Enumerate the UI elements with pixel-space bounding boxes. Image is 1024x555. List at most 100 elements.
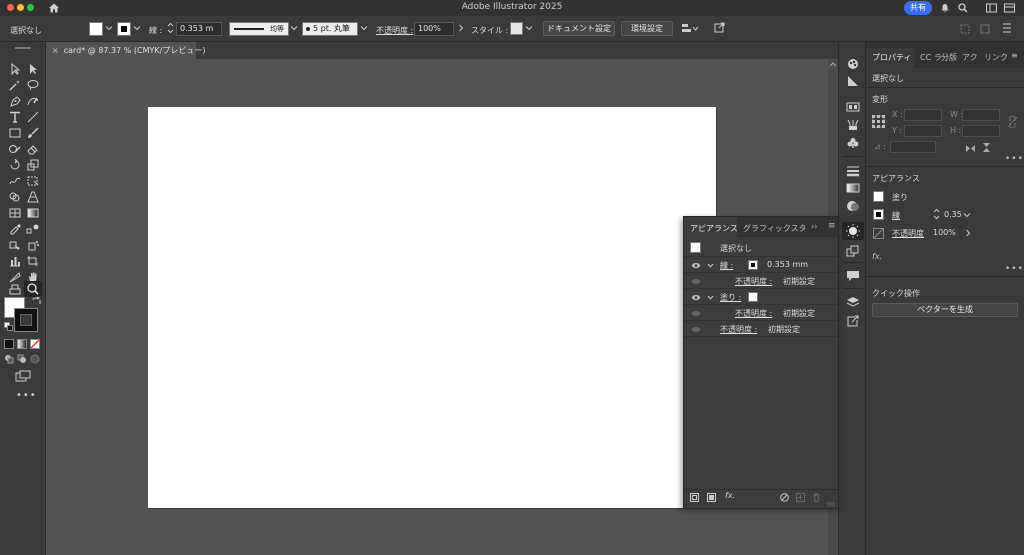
fill-label[interactable]: 塗り : — [720, 292, 741, 303]
free-transform-tool-icon[interactable] — [26, 175, 40, 187]
direct-selection-tool-icon[interactable] — [26, 63, 40, 75]
mesh-tool-icon[interactable] — [8, 207, 22, 219]
transparency-panel-icon[interactable] — [846, 200, 860, 212]
stepper-icon[interactable] — [933, 208, 940, 220]
live-paint-tool-icon[interactable] — [8, 239, 22, 251]
visibility-eye-icon[interactable] — [691, 278, 701, 285]
toolbar-grip[interactable] — [15, 47, 31, 49]
stroke-swatch[interactable] — [873, 209, 884, 220]
flip-horizontal-icon[interactable] — [965, 144, 976, 153]
fill-swatch[interactable] — [748, 292, 758, 302]
stroke-weight-value[interactable]: 0.35 — [944, 210, 962, 219]
blend-tool-icon[interactable] — [26, 223, 40, 235]
chevron-right-icon[interactable] — [964, 229, 972, 237]
eraser-tool-icon[interactable] — [26, 143, 40, 155]
more-options-icon[interactable]: ••• — [1005, 154, 1024, 164]
flip-vertical-icon[interactable] — [982, 142, 991, 153]
w-field[interactable] — [962, 109, 1000, 121]
variable-width-profile[interactable]: 均等 — [229, 22, 289, 36]
tab-appearance[interactable]: アピアランス — [690, 223, 738, 234]
chevron-down-icon[interactable] — [290, 24, 298, 32]
export-icon[interactable] — [846, 315, 860, 327]
fx-button[interactable]: fx. — [872, 252, 882, 261]
search-icon[interactable] — [958, 3, 968, 13]
delete-item-icon[interactable] — [812, 493, 821, 502]
arrange-icon[interactable] — [960, 24, 970, 34]
draw-behind-icon[interactable] — [17, 354, 27, 364]
menu-icon[interactable] — [1002, 21, 1012, 35]
stroke-weight-field[interactable]: 0.353 m — [176, 22, 222, 36]
opacity-label[interactable]: 不透明度 : — [735, 276, 772, 287]
perspective-grid-tool-icon[interactable] — [26, 191, 40, 203]
opacity-label[interactable]: 不透明度 : — [720, 324, 757, 335]
visibility-eye-icon[interactable] — [691, 326, 701, 333]
curvature-tool-icon[interactable] — [26, 95, 40, 107]
chevron-down-icon[interactable] — [133, 24, 141, 32]
bell-icon[interactable] — [940, 3, 950, 13]
warp-tool-icon[interactable] — [8, 175, 22, 187]
reference-point-icon[interactable] — [872, 115, 885, 128]
swap-fill-stroke-icon[interactable] — [32, 297, 41, 306]
collapse-panel-icon[interactable]: ›› — [811, 222, 817, 231]
type-tool-icon[interactable] — [8, 111, 22, 123]
constrain-proportions-icon[interactable] — [1008, 116, 1017, 128]
stroke-panel-icon[interactable] — [846, 165, 860, 177]
line-tool-icon[interactable] — [26, 111, 40, 123]
column-graph-tool-icon[interactable] — [8, 255, 22, 267]
stroke-label[interactable]: 線 : — [720, 260, 733, 271]
appearance-panel-icon[interactable] — [842, 222, 864, 240]
symbols-icon[interactable] — [846, 137, 860, 149]
pen-tool-icon[interactable] — [8, 95, 22, 107]
chevron-down-icon[interactable] — [963, 211, 971, 219]
h-field[interactable] — [962, 125, 1000, 137]
gradient-tool-icon[interactable] — [26, 207, 40, 219]
rectangle-tool-icon[interactable] — [8, 127, 22, 139]
draw-normal-icon[interactable] — [4, 354, 14, 364]
none-color-icon[interactable] — [30, 339, 40, 349]
magic-wand-tool-icon[interactable] — [8, 79, 22, 91]
panels-icon[interactable] — [1004, 3, 1015, 13]
x-field[interactable] — [904, 109, 942, 121]
eyedropper-tool-icon[interactable] — [8, 223, 22, 235]
panel-menu-icon[interactable]: ≡ — [1011, 51, 1018, 60]
screen-mode-icon[interactable] — [15, 370, 31, 382]
tab-properties[interactable]: プロパティ — [872, 52, 912, 63]
lasso-tool-icon[interactable] — [26, 79, 40, 91]
add-stroke-icon[interactable] — [690, 493, 699, 502]
tab-actions[interactable]: アク — [962, 52, 978, 63]
graphic-styles-icon[interactable] — [846, 245, 860, 257]
stroke-value[interactable]: 0.353 mm — [767, 260, 808, 269]
comments-icon[interactable] — [846, 270, 860, 282]
graphic-style-swatch[interactable] — [510, 22, 523, 35]
panel-menu-icon[interactable]: ≡ — [828, 221, 836, 231]
add-effect-button[interactable]: fx. — [725, 491, 735, 500]
more-options-icon[interactable]: ••• — [1005, 264, 1024, 274]
artboard-tool-icon[interactable] — [26, 255, 40, 267]
stroke-opacity-row[interactable]: 不透明度 : 初期設定 — [684, 273, 838, 289]
close-tab-icon[interactable]: × — [52, 46, 59, 55]
visibility-eye-icon[interactable] — [691, 262, 701, 269]
chevron-right-icon[interactable] — [457, 24, 465, 32]
gradient-mode-icon[interactable] — [17, 339, 27, 349]
isolate-icon[interactable] — [714, 22, 725, 33]
document-settings-button[interactable]: ドキュメント設定 — [543, 21, 615, 36]
bounding-icon[interactable] — [980, 24, 990, 34]
zoom-tool-icon[interactable] — [24, 281, 42, 297]
opacity-field[interactable]: 100% — [414, 22, 454, 36]
slice-tool-icon[interactable] — [8, 271, 22, 283]
chevron-down-icon[interactable] — [525, 24, 533, 32]
color-panel-icon[interactable] — [846, 58, 860, 70]
chevron-down-icon[interactable] — [360, 24, 368, 32]
draw-inside-icon[interactable] — [30, 354, 40, 364]
workspace-icon[interactable] — [986, 3, 997, 13]
color-mode-icon[interactable] — [4, 339, 14, 349]
chevron-down-icon[interactable] — [105, 24, 113, 32]
fill-swatch[interactable] — [89, 22, 103, 36]
tab-cc-libraries[interactable]: CC ラ — [920, 52, 942, 63]
opacity-label[interactable]: 不透明度 : — [735, 308, 772, 319]
opacity-label[interactable]: 不透明度 : — [376, 25, 413, 36]
swatches-icon[interactable] — [846, 101, 860, 113]
rotate-tool-icon[interactable] — [8, 159, 22, 171]
symbol-sprayer-tool-icon[interactable] — [26, 239, 40, 251]
stroke-swatch[interactable] — [748, 260, 758, 270]
